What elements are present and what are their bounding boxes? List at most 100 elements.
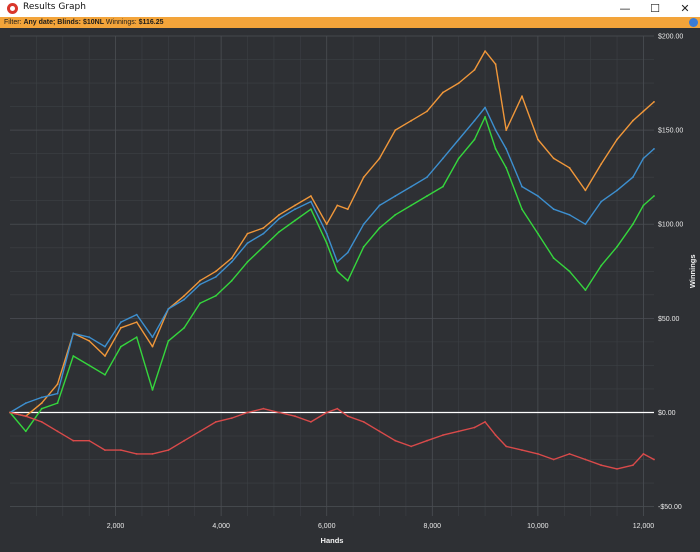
series-1-point xyxy=(310,200,312,203)
series-0-point xyxy=(40,402,43,404)
series-1-point xyxy=(568,213,571,216)
series-0-point xyxy=(616,138,618,141)
series-2-point xyxy=(362,245,365,248)
y-tick-label: $0.00 xyxy=(658,410,676,417)
series-1-point xyxy=(246,242,249,245)
series-1-point xyxy=(537,195,539,197)
series-2-point xyxy=(24,430,27,433)
series-2-point xyxy=(584,289,587,291)
window-title: Results Graph xyxy=(23,2,86,12)
series-0-point xyxy=(378,157,381,160)
series-2-point xyxy=(394,213,397,216)
series-1-point xyxy=(362,223,365,226)
series-1-point xyxy=(410,185,413,188)
series-line-2 xyxy=(9,116,655,432)
y-tick-label: $100.00 xyxy=(658,222,683,229)
minimize-button[interactable]: — xyxy=(610,0,640,17)
series-1-point xyxy=(278,217,281,220)
series-2-point xyxy=(294,219,296,222)
y-tick-label: $150.00 xyxy=(658,128,683,135)
series-3-point xyxy=(584,458,587,461)
series-0-point xyxy=(310,195,312,197)
series-2-point xyxy=(616,245,618,248)
filter-winnings-value: $116.25 xyxy=(138,19,164,26)
series-3-point xyxy=(72,439,75,442)
x-tick-label: 12,000 xyxy=(633,523,655,530)
series-0-point xyxy=(230,257,233,259)
series-1-point xyxy=(40,396,43,399)
series-3-point xyxy=(505,445,508,448)
series-2-point xyxy=(336,270,339,273)
series-0-point xyxy=(484,50,486,52)
series-3-point xyxy=(310,421,312,423)
x-tick-label: 10,000 xyxy=(527,523,549,530)
series-2-point xyxy=(72,355,75,357)
filter-info-icon[interactable] xyxy=(689,18,698,27)
series-1-point xyxy=(584,223,587,226)
series-1-point xyxy=(336,261,339,263)
series-2-point xyxy=(552,257,555,259)
series-0-point xyxy=(494,63,497,66)
series-3-point xyxy=(442,434,444,436)
filter-date: Any date; xyxy=(23,19,58,26)
axis-layer: 2,000 4,000 6,000 8,000 10,000 12,000 $200.00 $… xyxy=(107,34,684,531)
series-1-point xyxy=(262,232,265,235)
series-2-point xyxy=(230,279,233,282)
series-2-point xyxy=(521,208,523,211)
series-1-point xyxy=(642,157,645,160)
series-3-point xyxy=(457,430,460,433)
series-0-point xyxy=(183,294,186,297)
series-0-point xyxy=(135,321,138,323)
series-line-1 xyxy=(9,106,655,414)
series-1-point xyxy=(494,129,497,131)
series-1-point xyxy=(215,276,217,278)
series-3-point xyxy=(537,453,539,455)
maximize-button[interactable]: ☐ xyxy=(640,0,670,17)
series-0-point xyxy=(262,227,265,229)
series-1-point xyxy=(457,138,460,141)
filter-bar[interactable]: Filter: Any date; Blinds: $10NL Winnings… xyxy=(0,17,700,28)
series-1-point xyxy=(72,332,75,335)
series-0-point xyxy=(362,176,365,179)
series-2-point xyxy=(215,294,217,297)
series-1-point xyxy=(632,176,634,179)
series-1-point xyxy=(120,321,122,323)
series-3-point xyxy=(215,421,217,423)
series-1-point xyxy=(230,261,233,263)
series-0-point xyxy=(120,326,122,329)
series-2-point xyxy=(632,223,634,226)
series-3-point xyxy=(40,421,43,423)
series-3-point xyxy=(104,449,106,451)
x-tick-label: 4,000 xyxy=(212,523,230,530)
series-2-point xyxy=(199,302,201,305)
series-3-point xyxy=(325,411,328,414)
series-0-point xyxy=(505,129,508,131)
series-1-point xyxy=(183,298,186,301)
series-1-point xyxy=(552,208,555,211)
series-3-point xyxy=(135,453,138,455)
series-0-point xyxy=(294,204,296,207)
series-2-point xyxy=(600,264,603,267)
series-0-point xyxy=(537,138,539,141)
series-3-point xyxy=(56,430,59,433)
series-2-point xyxy=(262,245,265,248)
series-3-point xyxy=(410,445,413,448)
series-1-point xyxy=(505,148,508,150)
close-button[interactable]: ✕ xyxy=(670,0,700,17)
series-3-point xyxy=(378,430,381,433)
series-3-point xyxy=(552,458,555,461)
series-2-point xyxy=(378,227,381,229)
series-2-point xyxy=(183,326,186,329)
series-3-point xyxy=(24,415,27,418)
series-2-point xyxy=(278,230,281,233)
series-2-point xyxy=(346,279,349,282)
x-tick-label: 8,000 xyxy=(424,523,442,530)
results-chart: 2,000 4,000 6,000 8,000 10,000 12,000 $200.00 $… xyxy=(0,28,700,552)
series-1-point xyxy=(600,200,603,203)
series-2-point xyxy=(505,166,508,169)
series-2-point xyxy=(537,232,539,235)
series-1-point xyxy=(135,313,138,316)
series-0-point xyxy=(653,101,655,103)
series-1-point xyxy=(167,308,170,310)
series-0-point xyxy=(336,204,339,207)
